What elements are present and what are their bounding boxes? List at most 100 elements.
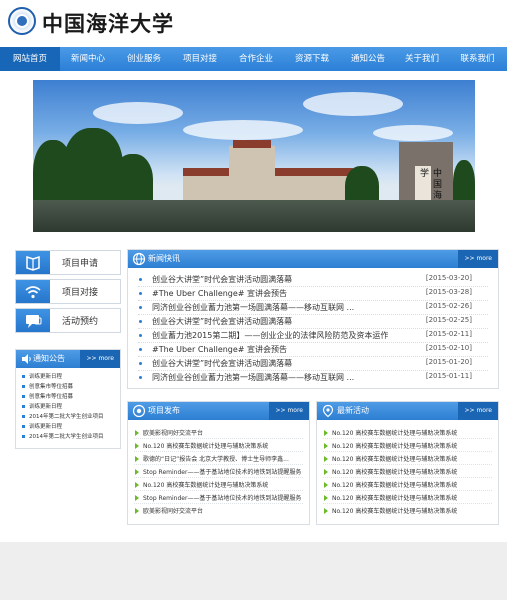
news-item-title[interactable]: 创业蓄力池2015第二期】——创业企业的法律风险防范及资本运作: [152, 330, 388, 341]
news-panel-header: 新闻快讯 >> more: [128, 250, 498, 268]
nav-item-contact[interactable]: 联系我们: [448, 47, 507, 71]
side-button-label: 项目申请: [62, 259, 99, 269]
news-item-date: [2015-02-10]: [425, 344, 472, 352]
activity-item-text[interactable]: No.120 高校赛车数据统计处理与辅助决策系统: [332, 454, 457, 463]
nav-item-services[interactable]: 创业服务: [116, 47, 172, 71]
notice-item[interactable]: 创意集市等位招募: [16, 392, 120, 402]
notice-item-text[interactable]: 训练更新日程: [29, 422, 62, 430]
activity-item-text[interactable]: No.120 高校赛车数据统计处理与辅助决策系统: [332, 441, 457, 450]
notice-item-text[interactable]: 创意集市等位招募: [29, 392, 73, 400]
project-item[interactable]: 欧美影视同好交流平台: [128, 427, 309, 439]
nav-item-about[interactable]: 关于我们: [396, 47, 448, 71]
activity-item[interactable]: No.120 高校赛车数据统计处理与辅助决策系统: [317, 427, 498, 439]
location-pin-icon: [322, 404, 334, 418]
news-item-title[interactable]: #The Uber Challenge# 宣讲会预告: [152, 288, 287, 299]
project-item-text[interactable]: Stop Reminder——基于基站地位技术的地铁到站提醒服务: [143, 493, 301, 502]
banner-cloud: [93, 102, 183, 124]
notice-item-text[interactable]: 2014年第二批大学生创业项目: [29, 412, 104, 420]
notice-item[interactable]: 训练更新日程: [16, 372, 120, 382]
project-apply-button[interactable]: 项目申请: [15, 250, 121, 275]
news-item-title[interactable]: #The Uber Challenge# 宣讲会预告: [152, 344, 287, 355]
notice-item[interactable]: 训练更新日程: [16, 402, 120, 412]
activities-title: 最新活动: [337, 406, 369, 415]
activity-item[interactable]: No.120 高校赛车数据统计处理与辅助决策系统: [317, 440, 498, 452]
project-item[interactable]: Stop Reminder——基于基站地位技术的地铁到站提醒服务: [128, 466, 309, 478]
notices-more-link[interactable]: >> more: [80, 350, 120, 368]
project-item-text[interactable]: 欧美影视同好交流平台: [143, 506, 203, 515]
nav-item-downloads[interactable]: 资源下载: [284, 47, 340, 71]
notice-item[interactable]: 创意集市等位招募: [16, 382, 120, 392]
news-item[interactable]: #The Uber Challenge# 宣讲会预告 [2015-02-10]: [128, 343, 498, 357]
news-item[interactable]: 同济创业谷创业蓄力池第一场圆满落幕——移动互联网 ... [2015-02-26]: [128, 301, 498, 315]
site-logo-text[interactable]: 中国海洋大学: [42, 8, 174, 38]
project-item-text[interactable]: No.120 高校赛车数据统计处理与辅助决策系统: [143, 441, 268, 450]
banner-building-center: [229, 146, 275, 178]
activity-item[interactable]: No.120 高校赛车数据统计处理与辅助决策系统: [317, 505, 498, 517]
project-match-button[interactable]: 项目对接: [15, 279, 121, 304]
news-item-date: [2015-03-20]: [425, 274, 472, 282]
nav-item-notices[interactable]: 通知公告: [340, 47, 396, 71]
nav-item-news[interactable]: 新闻中心: [60, 47, 116, 71]
side-button-label: 活动预约: [62, 317, 99, 327]
project-item[interactable]: 欧美影视同好交流平台: [128, 505, 309, 517]
main-nav: 网站首页 新闻中心 创业服务 项目对接 合作企业 资源下载 通知公告 关于我们 …: [0, 47, 507, 71]
notice-item-text[interactable]: 2014年第二批大学生创业项目: [29, 432, 104, 440]
nav-item-projects[interactable]: 项目对接: [172, 47, 228, 71]
activity-item-text[interactable]: No.120 高校赛车数据统计处理与辅助决策系统: [332, 480, 457, 489]
projects-more-link[interactable]: >> more: [269, 402, 309, 420]
project-item[interactable]: No.120 高校赛车数据统计处理与辅助决策系统: [128, 440, 309, 452]
notice-item[interactable]: 2014年第二批大学生创业项目: [16, 412, 120, 422]
news-item-date: [2015-01-11]: [425, 372, 472, 380]
activity-item[interactable]: No.120 高校赛车数据统计处理与辅助决策系统: [317, 492, 498, 504]
hero-banner[interactable]: 中国海洋大学: [33, 80, 475, 232]
news-item[interactable]: 创业谷大讲堂”时代会宣讲活动圆满落幕 [2015-03-20]: [128, 273, 498, 287]
news-item-title[interactable]: 创业谷大讲堂”时代会宣讲活动圆满落幕: [152, 274, 292, 285]
activity-item-text[interactable]: No.120 高校赛车数据统计处理与辅助决策系统: [332, 467, 457, 476]
nav-item-partners[interactable]: 合作企业: [228, 47, 284, 71]
news-item-title[interactable]: 创业谷大讲堂”时代会宣讲活动圆满落幕: [152, 316, 292, 327]
activity-item-text[interactable]: No.120 高校赛车数据统计处理与辅助决策系统: [332, 506, 457, 515]
target-icon: [132, 404, 146, 418]
activity-item-text[interactable]: No.120 高校赛车数据统计处理与辅助决策系统: [332, 428, 457, 437]
notices-panel-header: 通知公告 >> more: [16, 350, 120, 368]
university-seal-icon[interactable]: [8, 7, 36, 35]
news-item[interactable]: 创业蓄力池2015第二期】——创业企业的法律风险防范及资本运作 [2015-02-…: [128, 329, 498, 343]
activities-panel-header: 最新活动 >> more: [317, 402, 498, 420]
project-item[interactable]: No.120 高校赛车数据统计处理与辅助决策系统: [128, 479, 309, 491]
activities-more-link[interactable]: >> more: [458, 402, 498, 420]
activity-item[interactable]: No.120 高校赛车数据统计处理与辅助决策系统: [317, 479, 498, 491]
event-booking-button[interactable]: 活动预约: [15, 308, 121, 333]
notice-item-text[interactable]: 训练更新日程: [29, 372, 62, 380]
nav-item-home[interactable]: 网站首页: [0, 47, 60, 71]
news-item-date: [2015-02-26]: [425, 302, 472, 310]
project-item-text[interactable]: No.120 高校赛车数据统计处理与辅助决策系统: [143, 480, 268, 489]
project-item-text[interactable]: Stop Reminder——基于基站地位技术的地铁到站提醒服务: [143, 467, 301, 476]
news-item[interactable]: #The Uber Challenge# 宣讲会预告 [2015-03-28]: [128, 287, 498, 301]
notice-item-text[interactable]: 创意集市等位招募: [29, 382, 73, 390]
project-item-text[interactable]: 欧美影视同好交流平台: [143, 428, 203, 437]
project-item-text[interactable]: 歌德的“日记”报告会 北京大学教授、博士生导师李鑫...: [143, 454, 289, 463]
news-title: 新闻快讯: [148, 254, 180, 263]
notice-item-text[interactable]: 训练更新日程: [29, 402, 62, 410]
activity-item-text[interactable]: No.120 高校赛车数据统计处理与辅助决策系统: [332, 493, 457, 502]
project-item[interactable]: 歌德的“日记”报告会 北京大学教授、博士生导师李鑫...: [128, 453, 309, 465]
news-item-title[interactable]: 创业谷大讲堂”时代会宣讲活动圆满落幕: [152, 358, 292, 369]
news-item-date: [2015-02-11]: [425, 330, 472, 338]
chat-icon: [26, 315, 42, 328]
news-item-title[interactable]: 同济创业谷创业蓄力池第一场圆满落幕——移动互联网 ...: [152, 372, 354, 383]
notice-item[interactable]: 2014年第二批大学生创业项目: [16, 432, 120, 442]
activity-item[interactable]: No.120 高校赛车数据统计处理与辅助决策系统: [317, 466, 498, 478]
banner-cloud: [183, 120, 303, 140]
news-item[interactable]: 创业谷大讲堂”时代会宣讲活动圆满落幕 [2015-01-20]: [128, 357, 498, 371]
activity-item[interactable]: No.120 高校赛车数据统计处理与辅助决策系统: [317, 453, 498, 465]
footer-bar: [0, 542, 507, 600]
news-item[interactable]: 创业谷大讲堂”时代会宣讲活动圆满落幕 [2015-02-25]: [128, 315, 498, 329]
notice-item[interactable]: 训练更新日程: [16, 422, 120, 432]
project-item[interactable]: Stop Reminder——基于基站地位技术的地铁到站提醒服务: [128, 492, 309, 504]
notices-title: 通知公告: [33, 354, 65, 363]
news-item[interactable]: 同济创业谷创业蓄力池第一场圆满落幕——移动互联网 ... [2015-01-11]: [128, 371, 498, 384]
banner-ground: [33, 200, 475, 232]
news-item-title[interactable]: 同济创业谷创业蓄力池第一场圆满落幕——移动互联网 ...: [152, 302, 354, 313]
news-more-link[interactable]: >> more: [458, 250, 498, 268]
icon-box: [16, 280, 50, 303]
